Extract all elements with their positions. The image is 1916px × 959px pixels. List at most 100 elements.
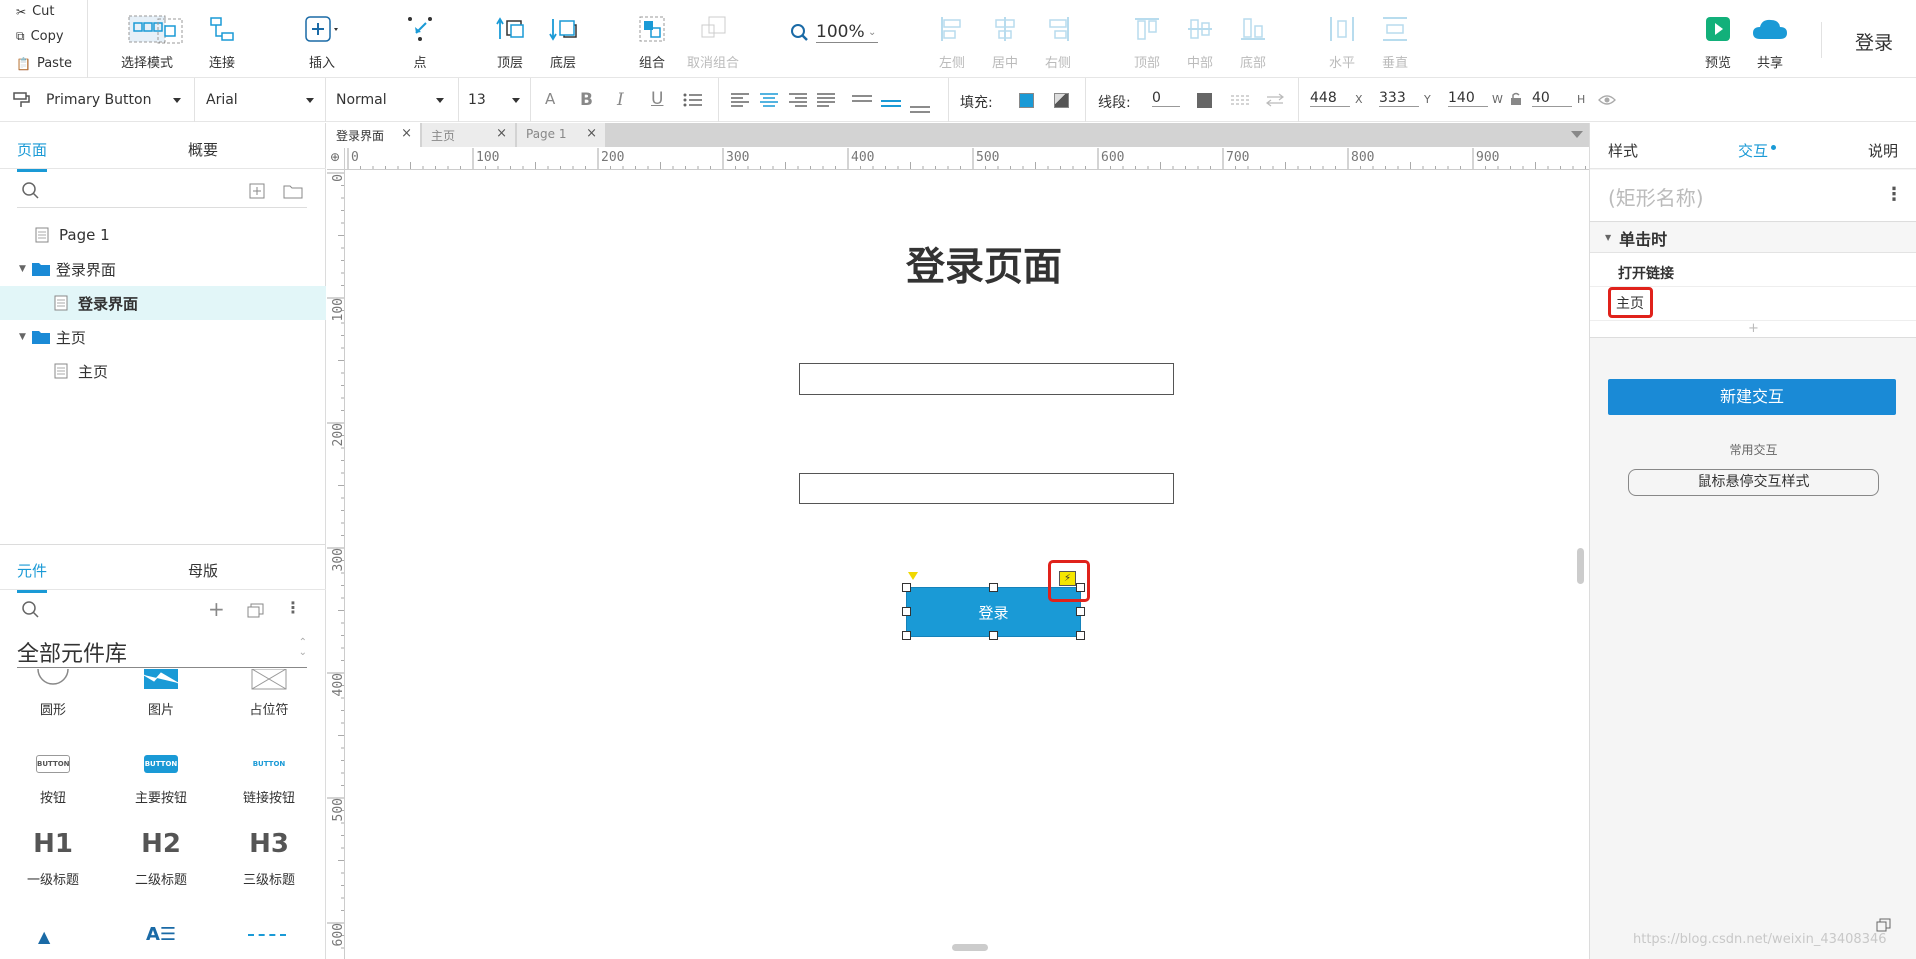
resize-handle-n[interactable]: [989, 583, 998, 592]
align-middle-button[interactable]: 中部: [1170, 12, 1230, 71]
align-left-button[interactable]: 左侧: [922, 12, 982, 71]
library-select[interactable]: 全部元件库 ⌃ ⌄: [17, 636, 307, 668]
cut-button[interactable]: ✂ Cut: [16, 4, 54, 19]
component-button[interactable]: BUTTON 按钮: [13, 755, 93, 806]
preview-button[interactable]: 预览: [1688, 12, 1748, 71]
folder-item-login[interactable]: ▼ 登录界面: [0, 252, 326, 286]
event-header[interactable]: ▼ 单击时: [1590, 223, 1916, 253]
send-to-back-button[interactable]: 底层: [533, 12, 593, 71]
resize-handle-nw[interactable]: [902, 583, 911, 592]
expand-arrow-icon[interactable]: ▼: [19, 332, 26, 342]
insert-button[interactable]: 插入: [292, 12, 352, 71]
y-input[interactable]: 333: [1379, 90, 1419, 107]
expand-arrow-icon[interactable]: ▼: [19, 264, 26, 274]
underline-button[interactable]: U: [651, 89, 663, 109]
group-button[interactable]: 组合: [622, 12, 682, 71]
action-label[interactable]: 打开链接: [1618, 263, 1674, 283]
paragraph-widget-icon[interactable]: A☰: [146, 924, 176, 945]
stroke-width-input[interactable]: 0: [1152, 90, 1180, 107]
tabs-overflow-icon[interactable]: [1571, 131, 1583, 138]
password-input[interactable]: [799, 473, 1174, 504]
distribute-vertical-button[interactable]: 垂直: [1365, 12, 1425, 71]
zoom-control[interactable]: 100% ⌄: [790, 22, 878, 43]
copy-button[interactable]: ⧉ Copy: [16, 29, 64, 44]
eye-icon[interactable]: [1598, 94, 1616, 109]
component-circle[interactable]: 圆形: [13, 669, 93, 718]
italic-button[interactable]: I: [617, 90, 624, 110]
text-widget-icon[interactable]: ▲: [38, 927, 50, 946]
tab-style[interactable]: 样式: [1608, 140, 1638, 161]
doc-tab-login[interactable]: 登录界面 ×: [327, 123, 420, 147]
select-contained-icon[interactable]: [157, 18, 183, 47]
height-input[interactable]: 40: [1532, 90, 1572, 107]
resize-handle-sw[interactable]: [902, 631, 911, 640]
line-widget-icon[interactable]: [248, 934, 286, 936]
search-icon[interactable]: [21, 181, 41, 201]
align-center-button[interactable]: 居中: [975, 12, 1035, 71]
point-button[interactable]: 点: [390, 12, 450, 71]
tab-masters[interactable]: 母版: [188, 560, 218, 581]
rotation-handle-icon[interactable]: [908, 572, 918, 580]
add-page-icon[interactable]: [249, 183, 265, 199]
fill-color-swatch[interactable]: [1019, 93, 1034, 108]
style-selector[interactable]: Primary Button: [12, 88, 182, 112]
paste-button[interactable]: 📋 Paste: [16, 56, 72, 71]
resize-handle-s[interactable]: [989, 631, 998, 640]
more-options-icon[interactable]: ⋮: [1885, 184, 1903, 205]
bold-button[interactable]: B: [580, 90, 593, 110]
login-link[interactable]: 登录: [1855, 28, 1893, 55]
shape-name-input[interactable]: (矩形名称): [1608, 182, 1704, 211]
hover-style-button[interactable]: 鼠标悬停交互样式: [1628, 469, 1879, 496]
share-button[interactable]: 共享: [1740, 12, 1800, 71]
shadow-swatch[interactable]: [1054, 93, 1069, 108]
x-input[interactable]: 448: [1310, 90, 1350, 107]
add-folder-icon[interactable]: [283, 183, 303, 199]
valign-bottom-button[interactable]: [910, 102, 930, 116]
resize-handle-w[interactable]: [902, 607, 911, 616]
text-color-button[interactable]: A: [545, 90, 555, 108]
component-image[interactable]: 图片: [121, 669, 201, 718]
close-icon[interactable]: ×: [401, 126, 412, 141]
close-icon[interactable]: ×: [496, 126, 507, 141]
component-link-button[interactable]: BUTTON 链接按钮: [229, 755, 309, 806]
align-text-right-button[interactable]: [789, 93, 807, 110]
align-text-justify-button[interactable]: [817, 93, 835, 110]
align-bottom-button[interactable]: 底部: [1223, 12, 1283, 71]
bring-to-front-button[interactable]: 顶层: [480, 12, 540, 71]
valign-top-button[interactable]: [852, 92, 872, 106]
align-text-left-button[interactable]: [731, 93, 749, 110]
library-manage-icon[interactable]: [247, 602, 265, 618]
width-input[interactable]: 140: [1448, 90, 1488, 107]
font-family-select[interactable]: Arial: [206, 88, 318, 112]
tab-widgets[interactable]: 元件: [17, 560, 48, 593]
horizontal-ruler[interactable]: [345, 148, 1589, 170]
component-h1[interactable]: H1 一级标题: [13, 829, 93, 888]
canvas-scroll-handle[interactable]: [952, 944, 988, 951]
folder-item-home[interactable]: ▼ 主页: [0, 320, 326, 354]
align-top-button[interactable]: 顶部: [1117, 12, 1177, 71]
page-item-login[interactable]: 登录界面: [0, 286, 326, 320]
search-icon[interactable]: [21, 600, 41, 620]
stroke-style-button[interactable]: [1231, 94, 1251, 109]
connect-button[interactable]: 连接: [192, 12, 252, 71]
component-placeholder[interactable]: 占位符: [229, 669, 309, 718]
align-text-center-button[interactable]: [760, 93, 778, 110]
add-action-row[interactable]: +: [1590, 320, 1916, 338]
tab-notes[interactable]: 说明: [1868, 140, 1898, 161]
lightning-icon[interactable]: ⚡: [1059, 571, 1076, 586]
more-options-icon[interactable]: ⋮: [285, 598, 301, 617]
valign-middle-button[interactable]: [881, 97, 901, 111]
add-library-icon[interactable]: +: [208, 597, 225, 621]
font-weight-select[interactable]: Normal: [336, 88, 448, 112]
distribute-horizontal-button[interactable]: 水平: [1312, 12, 1372, 71]
lock-icon[interactable]: [1510, 92, 1522, 109]
align-right-button[interactable]: 右侧: [1028, 12, 1088, 71]
component-h2[interactable]: H2 二级标题: [121, 829, 201, 888]
ungroup-button[interactable]: 取消组合: [683, 12, 743, 71]
list-button[interactable]: [683, 92, 703, 111]
stroke-color-swatch[interactable]: [1197, 93, 1212, 108]
component-primary-button[interactable]: BUTTON 主要按钮: [121, 755, 201, 806]
link-target[interactable]: 主页: [1616, 293, 1644, 313]
vertical-scrollbar[interactable]: [1577, 548, 1584, 584]
collapse-arrow-icon[interactable]: ▼: [1605, 233, 1611, 242]
